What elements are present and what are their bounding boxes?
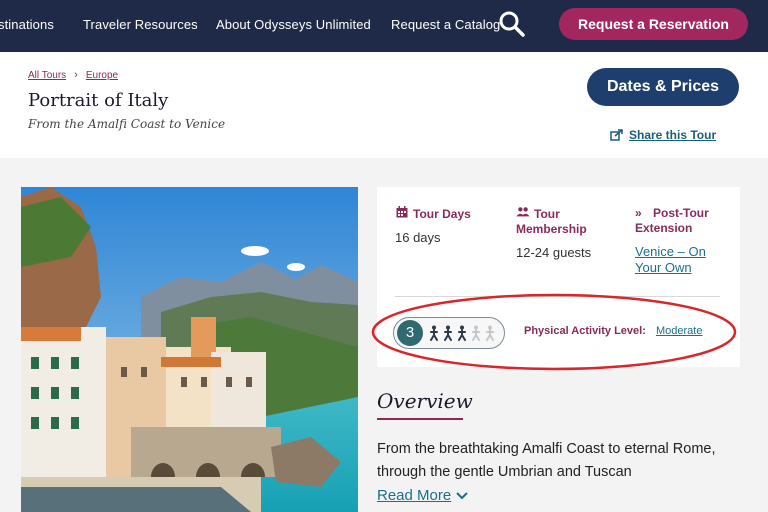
read-more-link[interactable]: Read More <box>377 487 469 504</box>
chevron-right-icon: › <box>74 69 78 81</box>
users-icon <box>516 207 530 217</box>
calendar-icon <box>396 206 408 218</box>
overview-title: Overview <box>377 389 473 413</box>
search-icon[interactable] <box>498 10 526 38</box>
extension-heading-2: Extension <box>635 221 693 235</box>
overview-underline <box>377 418 463 420</box>
breadcrumb-europe[interactable]: Europe <box>86 70 118 81</box>
tour-days-value: 16 days <box>395 230 441 245</box>
page-subtitle: From the Amalfi Coast to Venice <box>28 117 226 131</box>
share-tour-link[interactable]: Share this Tour <box>610 128 716 142</box>
dates-prices-button[interactable]: Dates & Prices <box>587 68 739 106</box>
tour-photo <box>21 187 358 512</box>
extension-heading-1: Post-Tour <box>653 206 709 220</box>
annotation-ellipse <box>371 293 737 371</box>
nav-link-request-catalog[interactable]: Request a Catalog <box>391 17 500 32</box>
post-tour-extension: » Post-Tour Extension Venice – On Your Ow… <box>635 206 709 276</box>
request-reservation-button[interactable]: Request a Reservation <box>559 8 748 40</box>
top-nav: stinations Traveler Resources About Odys… <box>0 0 768 52</box>
tour-days-heading: Tour Days <box>413 207 471 221</box>
tour-days: Tour Days 16 days <box>395 206 471 245</box>
tour-membership-heading-2: Membership <box>516 222 587 236</box>
nav-link-destinations[interactable]: stinations <box>0 17 54 32</box>
breadcrumb: All Tours › Europe <box>28 69 118 81</box>
extension-link-line-1: Venice – On <box>635 244 706 259</box>
overview-text: From the breathtaking Amalfi Coast to et… <box>377 441 716 480</box>
share-tour-label: Share this Tour <box>629 128 717 142</box>
page-title: Portrait of Italy <box>28 90 169 111</box>
double-chevron-right-icon: » <box>635 206 642 220</box>
read-more-label: Read More <box>377 487 452 504</box>
breadcrumb-all-tours[interactable]: All Tours <box>28 70 66 81</box>
tour-membership: Tour Membership 12-24 guests <box>516 206 591 260</box>
nav-link-traveler-resources[interactable]: Traveler Resources <box>83 17 198 32</box>
nav-link-about[interactable]: About Odysseys Unlimited <box>216 17 371 32</box>
chevron-down-icon <box>456 491 468 499</box>
extension-link[interactable]: Venice – On Your Own <box>635 244 709 276</box>
share-icon <box>610 129 623 141</box>
extension-link-line-2: Your Own <box>635 260 692 275</box>
tour-membership-value: 12-24 guests <box>516 245 592 260</box>
tour-membership-heading-1: Tour <box>534 207 560 221</box>
